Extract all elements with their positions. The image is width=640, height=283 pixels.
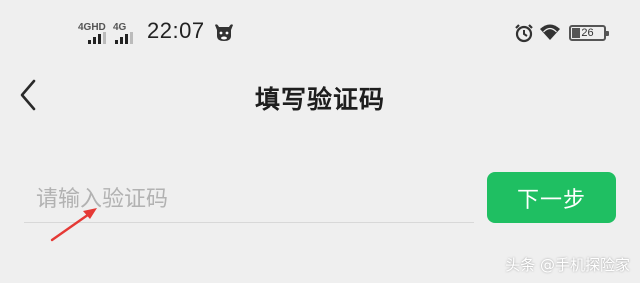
status-bar: 4GHD 4G 22:07 26 [0, 0, 640, 62]
page-title: 填写验证码 [254, 85, 385, 114]
battery-icon: 26 [569, 25, 609, 41]
alarm-icon [515, 24, 533, 43]
signal-icon [88, 32, 106, 44]
status-time: 22:07 [147, 18, 205, 43]
ox-app-icon [215, 24, 233, 41]
next-step-button[interactable]: 下一步 [487, 172, 616, 223]
wifi-icon [540, 24, 560, 40]
battery-level-text: 26 [581, 27, 594, 39]
red-arrow-annotation-icon [50, 208, 97, 242]
signal-icon [115, 32, 133, 44]
watermark: 头条 @手机探险家 [505, 256, 630, 274]
